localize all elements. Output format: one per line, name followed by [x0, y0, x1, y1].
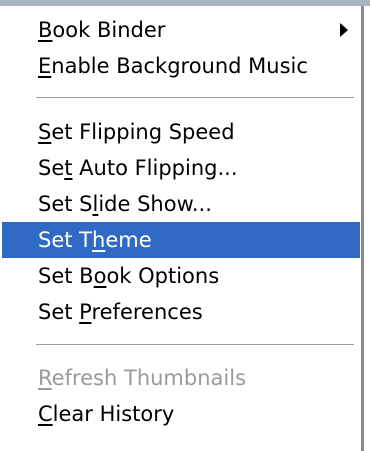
menu-item-label: Enable Background Music — [38, 54, 308, 78]
mnemonic-letter: t — [64, 156, 73, 180]
mnemonic-letter: S — [38, 120, 52, 144]
menu-item-book-binder[interactable]: Book Binder — [2, 12, 360, 48]
mnemonic-letter: E — [38, 54, 52, 78]
menu-item-label: Set Book Options — [38, 264, 220, 288]
menu-item-set-theme[interactable]: Set Theme — [2, 222, 360, 258]
menu-separator — [36, 344, 354, 346]
menu-item-enable-background-music[interactable]: Enable Background Music — [2, 48, 360, 84]
menu-item-set-slide-show[interactable]: Set Slide Show... — [2, 186, 360, 222]
menu-item-clear-history[interactable]: Clear History — [2, 396, 360, 432]
mnemonic-letter: P — [79, 300, 92, 324]
menu-item-set-preferences[interactable]: Set Preferences — [2, 294, 360, 330]
menu-item-label: Set Auto Flipping... — [38, 156, 238, 180]
mnemonic-letter: h — [92, 228, 106, 252]
menu-separator — [36, 97, 354, 99]
menu-item-label: Set Slide Show... — [38, 192, 212, 216]
context-menu: Book Binder Enable Background Music Set … — [0, 6, 364, 451]
menu-item-set-flipping-speed[interactable]: Set Flipping Speed — [2, 114, 360, 150]
mnemonic-letter: o — [93, 264, 107, 288]
menu-item-label: Clear History — [38, 402, 175, 426]
menu-item-label: Refresh Thumbnails — [38, 366, 247, 390]
menu-item-refresh-thumbnails: Refresh Thumbnails — [2, 360, 360, 396]
mnemonic-letter: R — [38, 366, 52, 390]
mnemonic-letter: C — [38, 402, 53, 426]
menu-item-set-auto-flipping[interactable]: Set Auto Flipping... — [2, 150, 360, 186]
menu-item-label: Set Flipping Speed — [38, 120, 235, 144]
menu-item-label: Set Theme — [38, 228, 152, 252]
mnemonic-letter: l — [92, 192, 99, 216]
menu-item-label: Set Preferences — [38, 300, 203, 324]
menu-item-set-book-options[interactable]: Set Book Options — [2, 258, 360, 294]
mnemonic-letter: B — [38, 18, 53, 42]
menu-item-label: Book Binder — [38, 18, 166, 42]
submenu-arrow-icon — [340, 23, 348, 37]
